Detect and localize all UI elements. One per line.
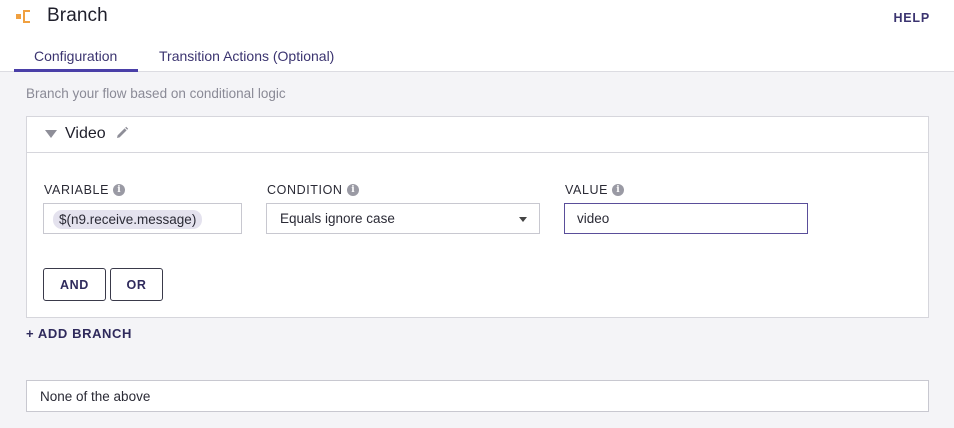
variable-label: VARIABLE [44, 183, 110, 197]
condition-selected-value: Equals ignore case [280, 211, 395, 226]
tab-configuration[interactable]: Configuration [34, 48, 117, 64]
value-label: VALUE [565, 183, 609, 197]
active-tab-indicator [14, 69, 138, 72]
value-info-icon[interactable]: i [612, 184, 624, 196]
pencil-icon[interactable] [115, 126, 129, 140]
caret-down-icon[interactable] [45, 130, 57, 138]
add-branch-button[interactable]: + ADD BRANCH [26, 326, 132, 341]
condition-label: CONDITION [267, 183, 343, 197]
default-branch-label: None of the above [40, 389, 151, 404]
branch-card-header: Video [27, 117, 928, 153]
or-button[interactable]: OR [110, 268, 163, 301]
variable-info-icon[interactable]: i [113, 184, 125, 196]
page-title: Branch [47, 5, 108, 26]
top-bar: Branch HELP Configuration Transition Act… [0, 0, 954, 72]
tab-transition-actions[interactable]: Transition Actions (Optional) [159, 48, 334, 64]
variable-field[interactable]: $(n9.receive.message) [43, 203, 242, 234]
help-link[interactable]: HELP [893, 11, 930, 25]
branch-card: Video VARIABLE i $(n9.receive.message) C… [26, 116, 929, 318]
page-description: Branch your flow based on conditional lo… [26, 86, 286, 101]
branch-name: Video [65, 125, 106, 142]
dropdown-arrow-icon [519, 217, 527, 222]
default-branch-field[interactable]: None of the above [26, 380, 929, 412]
condition-info-icon[interactable]: i [347, 184, 359, 196]
and-button[interactable]: AND [43, 268, 106, 301]
variable-chip[interactable]: $(n9.receive.message) [53, 210, 203, 229]
branch-widget-icon [16, 9, 34, 23]
condition-select[interactable]: Equals ignore case [266, 203, 540, 234]
value-input[interactable] [564, 203, 808, 234]
